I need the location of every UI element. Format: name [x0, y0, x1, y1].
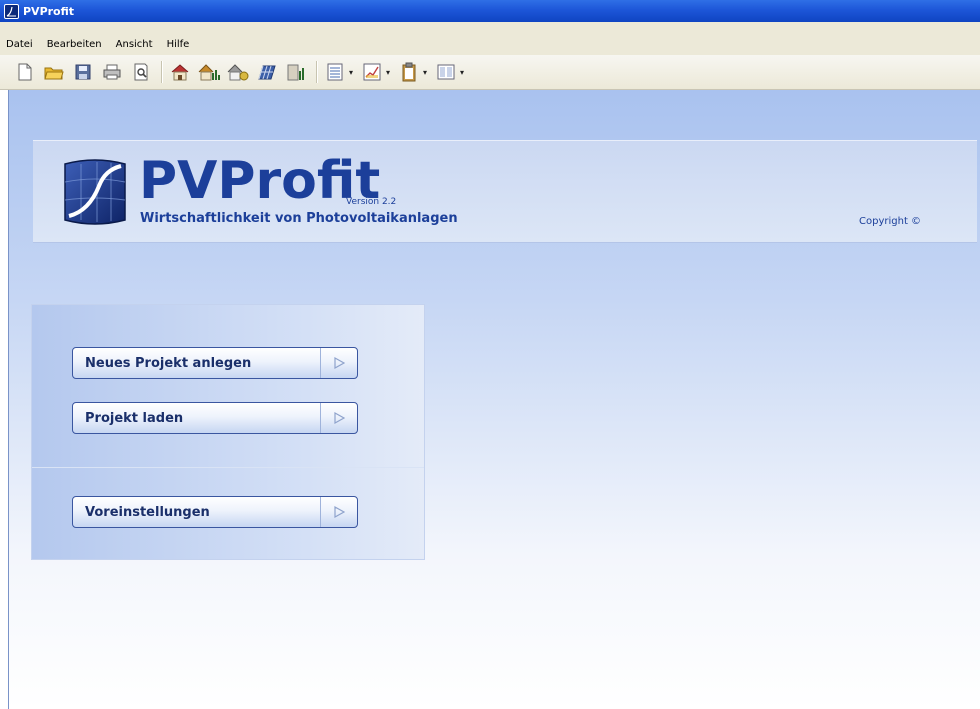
menubar-spacer	[0, 22, 980, 33]
toolbar: ▾ ▾ ▾ ▾	[0, 55, 980, 90]
play-arrow-icon	[320, 348, 357, 378]
print-icon[interactable]	[101, 61, 123, 83]
house-chart-icon[interactable]	[198, 61, 220, 83]
play-arrow-icon	[320, 497, 357, 527]
chevron-down-icon[interactable]: ▾	[386, 68, 390, 77]
building-chart-icon[interactable]	[285, 61, 307, 83]
panel-divider	[32, 467, 424, 468]
play-arrow-icon	[320, 403, 357, 433]
toolbar-separator	[316, 61, 318, 83]
chevron-down-icon[interactable]: ▾	[423, 68, 427, 77]
menu-datei[interactable]: Datei	[6, 39, 33, 50]
copyright-text: Copyright ©	[859, 216, 922, 227]
load-project-button[interactable]: Projekt laden	[72, 402, 358, 434]
pvprofit-logo-icon	[64, 159, 126, 225]
window-titlebar: PVProfit	[0, 0, 980, 22]
chevron-down-icon[interactable]: ▾	[460, 68, 464, 77]
save-icon[interactable]	[72, 61, 94, 83]
app-logo-title: PVProfit	[139, 151, 381, 211]
app-version: Version 2.2	[346, 197, 397, 207]
window-title: PVProfit	[23, 4, 75, 18]
settings-label: Voreinstellungen	[85, 504, 210, 520]
columns-icon[interactable]	[435, 61, 457, 83]
line-chart-icon[interactable]	[361, 61, 383, 83]
open-folder-icon[interactable]	[43, 61, 65, 83]
print-preview-icon[interactable]	[130, 61, 152, 83]
new-project-button[interactable]: Neues Projekt anlegen	[72, 347, 358, 379]
chevron-down-icon[interactable]: ▾	[349, 68, 353, 77]
menu-hilfe[interactable]: Hilfe	[167, 39, 190, 50]
list-view-icon[interactable]	[324, 61, 346, 83]
menubar: Datei Bearbeiten Ansicht Hilfe	[0, 33, 980, 55]
settings-button[interactable]: Voreinstellungen	[72, 496, 358, 528]
app-banner: PVProfit Version 2.2 Wirtschaftlichkeit …	[33, 140, 977, 243]
menu-bearbeiten[interactable]: Bearbeiten	[47, 39, 102, 50]
load-project-label: Projekt laden	[85, 410, 184, 426]
solar-panel-icon[interactable]	[256, 61, 278, 83]
start-panel: Neues Projekt anlegen Projekt laden Vore…	[31, 304, 425, 560]
main-area: PVProfit Version 2.2 Wirtschaftlichkeit …	[8, 90, 980, 709]
app-subtitle: Wirtschaftlichkeit von Photovoltaikanlag…	[140, 211, 458, 226]
toolbar-separator	[161, 61, 163, 83]
new-document-icon[interactable]	[14, 61, 36, 83]
new-project-label: Neues Projekt anlegen	[85, 355, 252, 371]
house-money-icon[interactable]	[227, 61, 249, 83]
app-logo-icon	[4, 3, 19, 19]
menu-ansicht[interactable]: Ansicht	[116, 39, 153, 50]
house-icon[interactable]	[169, 61, 191, 83]
clipboard-icon[interactable]	[398, 61, 420, 83]
